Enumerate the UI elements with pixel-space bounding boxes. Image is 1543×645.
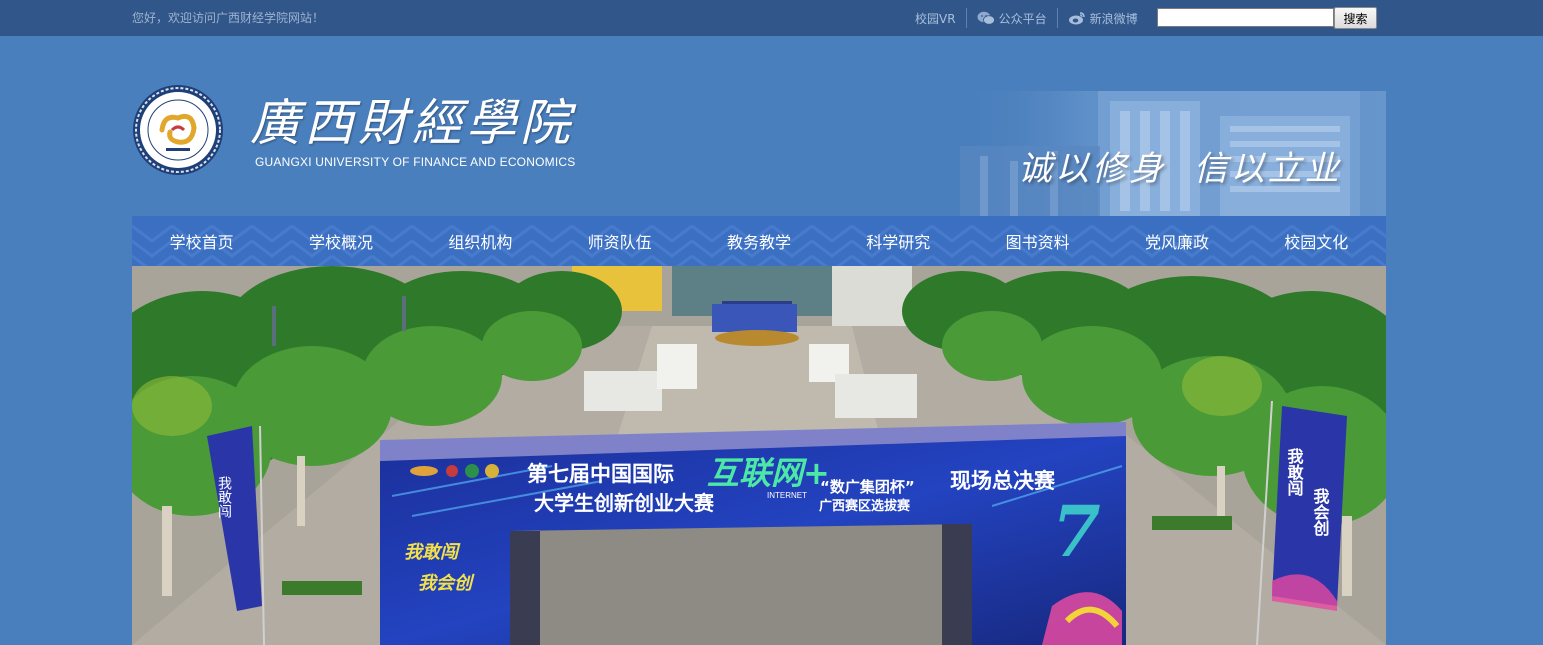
weibo-link[interactable]: 新浪微博	[1058, 10, 1148, 27]
arch-brand-sub: INTERNET	[767, 491, 807, 500]
wechat-label: 公众平台	[998, 11, 1047, 26]
school-name-english: GUANGXI UNIVERSITY OF FINANCE AND ECONOM…	[255, 155, 576, 169]
main-navigation: 学校首页 学校概况 组织机构 师资队伍 教务教学 科学研究 图书资料 党风廉政 …	[132, 216, 1386, 266]
nav-party-integrity[interactable]: 党风廉政	[1107, 216, 1246, 266]
nav-research[interactable]: 科学研究	[829, 216, 968, 266]
left-flag-text: 我敢闯	[216, 476, 232, 518]
arch-slogan-2: 我会创	[418, 573, 475, 594]
school-motto: 诚以修身 信以立业	[1018, 149, 1342, 189]
arch-text-line1: 第七届中国国际	[527, 462, 674, 486]
school-name: 廣西財經學院	[250, 94, 574, 152]
wechat-icon	[977, 11, 995, 25]
nav-faculty[interactable]: 师资队伍	[550, 216, 689, 266]
nav-campus-culture[interactable]: 校园文化	[1247, 216, 1386, 266]
site-header: 廣西財經學院 GUANGXI UNIVERSITY OF FINANCE AND…	[132, 83, 1386, 216]
arch-region-text: 广西赛区选拔赛	[819, 498, 911, 514]
nav-home[interactable]: 学校首页	[132, 216, 271, 266]
weibo-icon	[1068, 12, 1085, 25]
weibo-label: 新浪微博	[1089, 11, 1138, 26]
hero-banner[interactable]: 7 第七届中国国际 互联网+ INTERNET 大学生创新创业大赛 “数广集团杯…	[132, 266, 1386, 645]
school-seal-logo[interactable]	[132, 84, 224, 176]
search-button[interactable]: 搜索	[1334, 7, 1377, 29]
nav-school-overview[interactable]: 学校概况	[271, 216, 410, 266]
arch-brand: 互联网+	[707, 454, 830, 492]
campus-vr-label: 校园VR	[915, 11, 956, 26]
nav-organization[interactable]: 组织机构	[411, 216, 550, 266]
welcome-text: 您好，欢迎访问广西财经学院网站！	[132, 11, 325, 25]
arch-cup-text: “数广集团杯”	[820, 478, 915, 496]
nav-teaching[interactable]: 教务教学	[689, 216, 828, 266]
wechat-link[interactable]: 公众平台	[967, 10, 1057, 27]
search-input[interactable]	[1157, 8, 1334, 27]
hero-photo: 7 第七届中国国际 互联网+ INTERNET 大学生创新创业大赛 “数广集团杯…	[132, 266, 1386, 645]
top-bar: 您好，欢迎访问广西财经学院网站！ 校园VR 公众平台 新浪微博 搜索	[0, 0, 1543, 36]
right-flag-text-2: 我会创	[1311, 487, 1331, 537]
svg-text:7: 7	[1052, 490, 1101, 573]
arch-text-line2: 大学生创新创业大赛	[534, 491, 715, 515]
arch-final-text: 现场总决赛	[950, 469, 1056, 493]
nav-library[interactable]: 图书资料	[968, 216, 1107, 266]
top-links: 校园VR 公众平台 新浪微博	[905, 6, 1148, 30]
arch-slogan-1: 我敢闯	[404, 542, 461, 563]
campus-vr-link[interactable]: 校园VR	[905, 10, 966, 27]
right-flag-text-1: 我敢闯	[1285, 447, 1304, 497]
